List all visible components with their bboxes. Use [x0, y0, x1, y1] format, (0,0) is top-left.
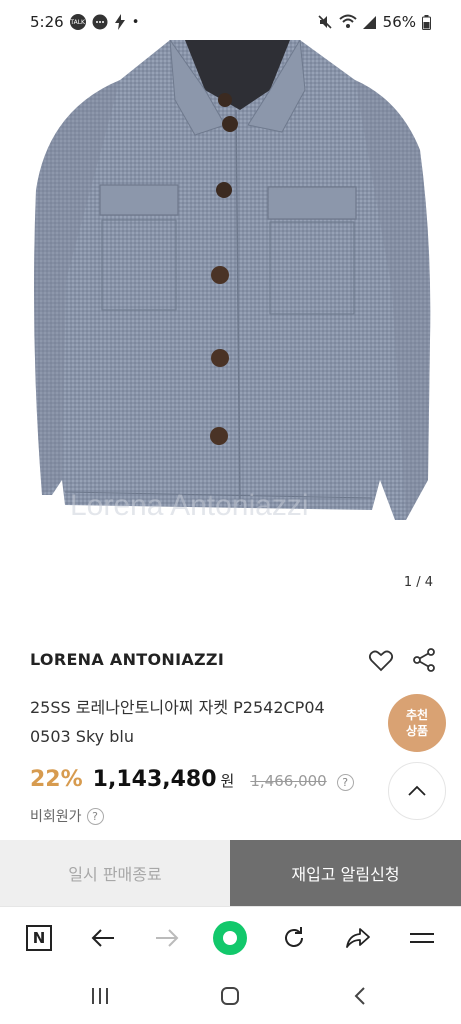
image-counter: 1 / 4: [403, 575, 433, 590]
product-title: 25SS 로레나안토니아찌 자켓 P2542CP04 0503 Sky blu: [30, 693, 410, 751]
bolt-icon: [114, 14, 125, 30]
product-image[interactable]: Lorena Antoniazzi: [0, 40, 461, 600]
recommend-label-1: 추천: [405, 708, 429, 722]
action-bar: 일시 판매종료 재입고 알림신청: [0, 840, 461, 906]
status-dot: •: [131, 14, 140, 30]
restock-alert-button[interactable]: 재입고 알림신청: [230, 840, 461, 906]
browser-toolbar: N: [0, 906, 461, 968]
menu-icon: [410, 933, 434, 943]
status-bar: 5:26 TALK • 56%: [0, 0, 461, 44]
member-price-row: 비회원가 ?: [30, 806, 104, 826]
chevron-up-icon: [408, 785, 426, 796]
signal-icon: [362, 16, 376, 29]
forward-arrow-icon: [156, 929, 179, 947]
currency-label: 원: [220, 772, 235, 790]
naver-icon: N: [26, 925, 52, 951]
green-home-button[interactable]: [213, 921, 247, 955]
soldout-button[interactable]: 일시 판매종료: [0, 840, 230, 906]
home-button[interactable]: [216, 982, 244, 1010]
wifi-icon: [338, 14, 357, 28]
naver-button[interactable]: N: [22, 921, 56, 955]
refresh-icon: [285, 927, 303, 947]
refresh-button[interactable]: [277, 921, 311, 955]
sale-price: 1,143,480: [92, 767, 217, 792]
member-help-icon[interactable]: ?: [86, 807, 104, 825]
brand-name[interactable]: LORENA ANTONIAZZI: [30, 650, 224, 669]
forward-share-button[interactable]: [341, 921, 375, 955]
back-button[interactable]: [86, 921, 120, 955]
back-arrow-icon: [91, 929, 114, 947]
product-title-line2: 0503 Sky blu: [30, 727, 134, 746]
back-nav-button[interactable]: [346, 982, 374, 1010]
recent-apps-icon: [92, 988, 108, 1004]
recommend-button[interactable]: 추천 상품: [388, 694, 446, 752]
product-title-line1: 25SS 로레나안토니아찌 자켓 P2542CP04: [30, 698, 325, 717]
share-arrow-icon: [346, 928, 370, 948]
talk-icon: TALK: [69, 14, 86, 30]
jacket-image: Lorena Antoniazzi: [34, 40, 431, 522]
mute-icon: [318, 15, 332, 29]
forward-button[interactable]: [150, 921, 184, 955]
battery-icon: [422, 14, 431, 30]
status-right: 56%: [317, 13, 431, 31]
share-button[interactable]: [411, 647, 437, 673]
heart-icon: [368, 650, 394, 672]
menu-button[interactable]: [405, 921, 439, 955]
wishlist-button[interactable]: [368, 648, 394, 674]
status-time: 5:26: [30, 13, 64, 31]
share-icon: [413, 648, 435, 672]
price-help-icon[interactable]: ?: [336, 774, 354, 791]
message-icon: [92, 14, 108, 30]
discount-rate: 22%: [30, 767, 83, 792]
home-icon: [221, 987, 239, 1005]
recommend-label-2: 상품: [405, 724, 429, 738]
price-row: 22% 1,143,480 원 1,466,000 ?: [30, 767, 354, 792]
watermark: Lorena Antoniazzi: [70, 489, 309, 522]
green-home-icon: [213, 921, 247, 955]
system-nav: [0, 968, 461, 1024]
scroll-top-button[interactable]: [388, 762, 446, 820]
recent-apps-button[interactable]: [86, 982, 114, 1010]
back-chevron-icon: [354, 987, 365, 1005]
status-left: 5:26 TALK •: [30, 13, 139, 31]
original-price: 1,466,000: [250, 772, 327, 790]
battery-percent: 56%: [382, 13, 416, 31]
member-price-label: 비회원가: [30, 809, 82, 825]
